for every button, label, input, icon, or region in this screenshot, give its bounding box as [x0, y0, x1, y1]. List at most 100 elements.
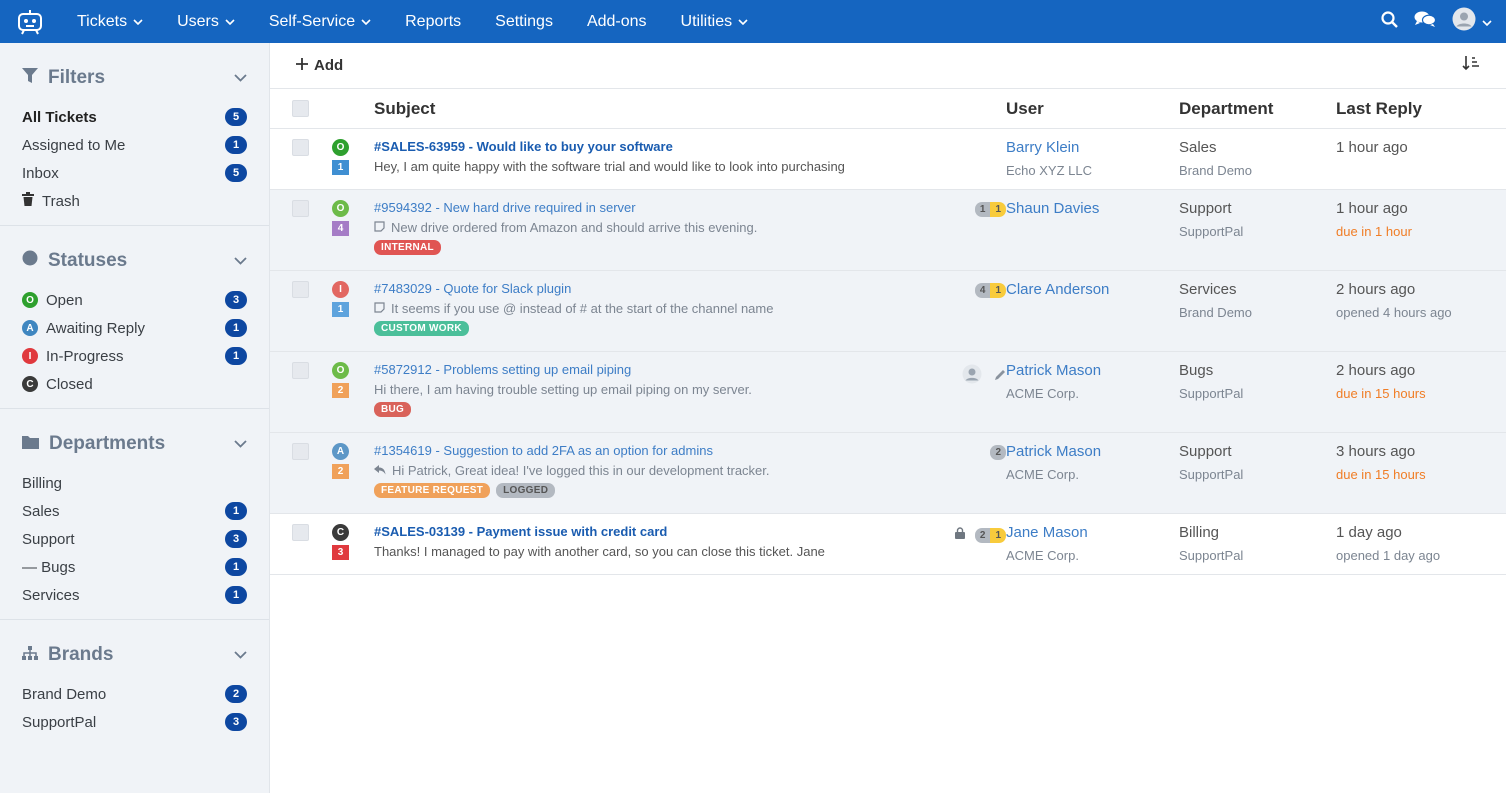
chevron-down-icon[interactable]	[234, 435, 247, 453]
brand-name: SupportPal	[1179, 467, 1244, 482]
tag-badge[interactable]: FEATURE REQUEST	[374, 483, 491, 498]
nav-self-service-label: Self-Service	[268, 12, 356, 30]
user-link[interactable]: Patrick Mason	[1006, 443, 1179, 460]
table-row[interactable]: O 4 #9594392 - New hard drive required in…	[270, 190, 1506, 271]
due-time: due in 15 hours	[1336, 386, 1426, 401]
brand-label: SupportPal	[22, 713, 97, 731]
chevron-down-icon	[738, 18, 748, 25]
count-badge: 5	[225, 164, 247, 182]
user-link[interactable]: Clare Anderson	[1006, 281, 1179, 298]
brand-label: Brand Demo	[22, 685, 107, 703]
filter-label: Trash	[42, 192, 80, 210]
row-checkbox[interactable]	[292, 524, 309, 541]
assigned-operator-avatar	[962, 364, 982, 389]
statuses-section: Statuses O Open 3 A Awaiting Reply 1 I In-Pro…	[0, 226, 269, 409]
ticket-preview: It seems if you use @ instead of # at th…	[391, 301, 774, 316]
nav-users[interactable]: Users	[160, 0, 252, 43]
tag-badge[interactable]: INTERNAL	[374, 240, 441, 255]
table-row[interactable]: I 1 #7483029 - Quote for Slack plugin It …	[270, 271, 1506, 352]
user-link[interactable]: Jane Mason	[1006, 524, 1179, 541]
nav-self-service[interactable]: Self-Service	[252, 0, 388, 43]
supportpal-logo-icon[interactable]	[0, 0, 60, 43]
ticket-subject-link[interactable]: #9594392 - New hard drive required in se…	[374, 200, 984, 215]
status-closed-icon: C	[22, 376, 38, 392]
nav-settings[interactable]: Settings	[478, 0, 570, 43]
ticket-subject-link[interactable]: #SALES-03139 - Payment issue with credit…	[374, 524, 984, 539]
search-icon[interactable]	[1381, 10, 1398, 33]
filter-assigned-to-me[interactable]: Assigned to Me 1	[22, 131, 247, 159]
chevron-down-icon[interactable]	[234, 69, 247, 87]
header-department[interactable]: Department	[1179, 99, 1336, 119]
row-checkbox[interactable]	[292, 443, 309, 460]
table-row[interactable]: O 2 #5872912 - Problems setting up email …	[270, 352, 1506, 433]
user-link[interactable]: Patrick Mason	[1006, 362, 1179, 379]
user-menu[interactable]	[1452, 7, 1492, 36]
statuses-title: Statuses	[48, 250, 128, 271]
status-icon: I	[332, 281, 349, 298]
status-awaiting-reply[interactable]: A Awaiting Reply 1	[22, 314, 247, 342]
brand-name: SupportPal	[1179, 548, 1244, 563]
ticket-preview: Thanks! I managed to pay with another ca…	[374, 544, 825, 559]
tag-badge[interactable]: CUSTOM WORK	[374, 321, 469, 336]
add-ticket-button[interactable]: Add	[296, 57, 343, 74]
status-icon: O	[332, 200, 349, 217]
status-open-icon: O	[22, 292, 38, 308]
row-checkbox[interactable]	[292, 362, 309, 379]
department-bugs[interactable]: — Bugs 1	[22, 553, 247, 581]
chevron-down-icon[interactable]	[234, 252, 247, 270]
filters-header[interactable]: Filters	[22, 67, 247, 89]
table-row[interactable]: A 2 #1354619 - Suggestion to add 2FA as a…	[270, 433, 1506, 514]
row-checkbox[interactable]	[292, 200, 309, 217]
status-closed[interactable]: C Closed	[22, 370, 247, 398]
header-last-reply[interactable]: Last Reply	[1336, 99, 1506, 119]
department-services[interactable]: Services 1	[22, 581, 247, 609]
row-checkbox[interactable]	[292, 281, 309, 298]
departments-header[interactable]: Departments	[22, 433, 247, 455]
ticket-subject-link[interactable]: #5872912 - Problems setting up email pip…	[374, 362, 984, 377]
filters-section: Filters All Tickets 5 Assigned to Me 1 Inb…	[0, 43, 269, 226]
ticket-subject-link[interactable]: #SALES-63959 - Would like to buy your so…	[374, 139, 984, 154]
filter-label: Inbox	[22, 164, 59, 182]
row-checkbox[interactable]	[292, 139, 309, 156]
opened-time: opened 4 hours ago	[1336, 305, 1452, 320]
select-all-checkbox[interactable]	[292, 100, 309, 117]
count-badge: 1	[225, 586, 247, 604]
user-link[interactable]: Barry Klein	[1006, 139, 1179, 156]
brands-header[interactable]: Brands	[22, 644, 247, 666]
filter-all-tickets[interactable]: All Tickets 5	[22, 103, 247, 131]
sort-icon[interactable]	[1462, 55, 1480, 76]
nav-tickets[interactable]: Tickets	[60, 0, 160, 43]
opened-time: opened 1 day ago	[1336, 548, 1441, 563]
statuses-header[interactable]: Statuses	[22, 250, 247, 272]
ticket-subject-link[interactable]: #7483029 - Quote for Slack plugin	[374, 281, 984, 296]
table-row[interactable]: O 1 #SALES-63959 - Would like to buy your…	[270, 129, 1506, 190]
priority-badge: 1	[332, 302, 349, 317]
user-link[interactable]: Shaun Davies	[1006, 200, 1179, 217]
status-awaiting-icon: A	[22, 320, 38, 336]
tag-badge[interactable]: LOGGED	[496, 483, 556, 498]
status-open[interactable]: O Open 3	[22, 286, 247, 314]
nav-reports[interactable]: Reports	[388, 0, 478, 43]
ticket-preview: Hi Patrick, Great idea! I've logged this…	[392, 463, 770, 478]
brand-supportpal[interactable]: SupportPal 3	[22, 708, 247, 736]
filter-trash[interactable]: Trash	[22, 187, 247, 215]
department-billing[interactable]: Billing	[22, 469, 247, 497]
toolbar: Add	[270, 43, 1506, 89]
department-support[interactable]: Support 3	[22, 525, 247, 553]
status-in-progress[interactable]: I In-Progress 1	[22, 342, 247, 370]
count-badge: 2	[225, 685, 247, 703]
nav-utilities[interactable]: Utilities	[664, 0, 766, 43]
header-subject[interactable]: Subject	[374, 99, 1006, 119]
brand-brand-demo[interactable]: Brand Demo 2	[22, 680, 247, 708]
header-user[interactable]: User	[1006, 99, 1179, 119]
nav-addons[interactable]: Add-ons	[570, 0, 664, 43]
department-sales[interactable]: Sales 1	[22, 497, 247, 525]
filter-inbox[interactable]: Inbox 5	[22, 159, 247, 187]
ticket-subject-link[interactable]: #1354619 - Suggestion to add 2FA as an o…	[374, 443, 984, 458]
chevron-down-icon[interactable]	[234, 646, 247, 664]
chevron-down-icon	[133, 18, 143, 25]
chat-icon[interactable]	[1414, 10, 1437, 33]
table-row[interactable]: C 3 #SALES-03139 - Payment issue with cre…	[270, 514, 1506, 575]
tag-badge[interactable]: BUG	[374, 402, 412, 417]
sidebar: Filters All Tickets 5 Assigned to Me 1 Inb…	[0, 43, 270, 793]
